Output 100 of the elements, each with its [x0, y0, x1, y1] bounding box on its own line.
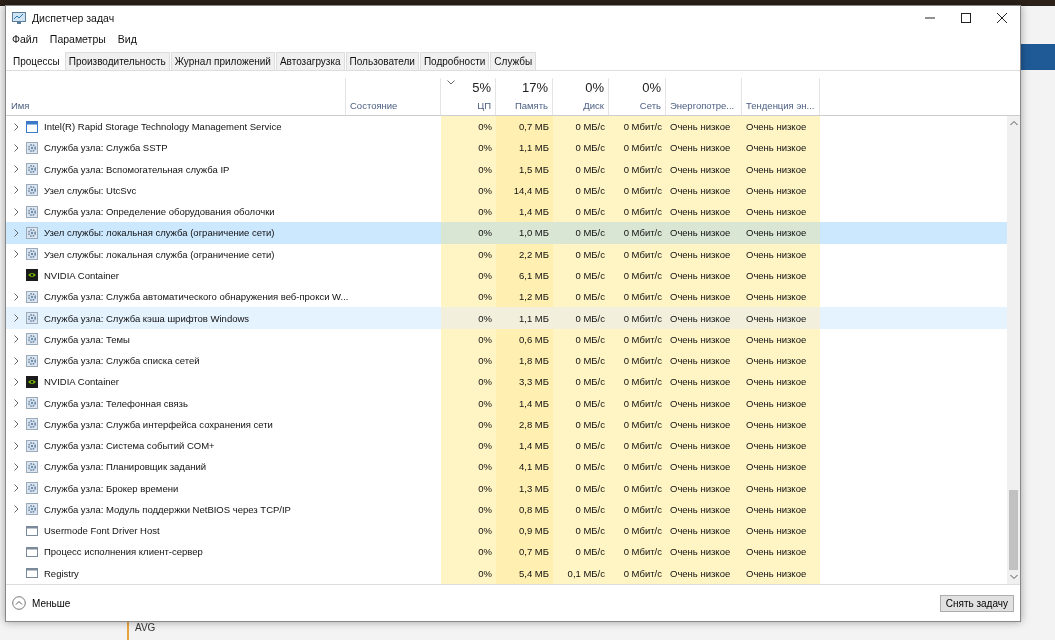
chevron-right-icon[interactable]	[12, 441, 20, 450]
chevron-right-icon[interactable]	[12, 335, 20, 344]
process-name: Служба узла: Служба SSTP	[44, 142, 168, 154]
process-row[interactable]: Узел службы: локальная служба (ограничение сети) 0% 2,2 МБ 0 МБ/с 0 Мбит/с Очень низкое Очень низкое	[6, 243, 1007, 265]
chevron-right-icon[interactable]	[12, 165, 20, 174]
eye-logo-icon	[26, 269, 38, 282]
process-row[interactable]: Служба узла: Служба интерфейса сохранения сети 0% 2,8 МБ 0 МБ/с 0 Мбит/с Очень низкое Очень низкое	[6, 413, 1007, 435]
column-header[interactable]: Тенденция эн...	[742, 78, 820, 115]
chevron-right-icon[interactable]	[12, 186, 20, 195]
process-row[interactable]: Служба узла: Служба автоматического обнаружения веб-прокси W... 0% 1,2 МБ 0 МБ/с 0 Мбит/с Очень низкое Очень низкое	[6, 286, 1007, 308]
chevron-right-icon[interactable]	[12, 292, 20, 301]
column-header[interactable]: 17% Память	[496, 78, 553, 115]
end-task-button[interactable]: Снять задачу	[939, 594, 1014, 612]
table-cell: 0 МБ/с	[553, 371, 609, 393]
scrollbar-thumb[interactable]	[1009, 490, 1018, 570]
column-header[interactable]: 0% Сеть	[609, 78, 666, 115]
process-row[interactable]: Служба узла: Служба SSTP 0% 1,1 МБ 0 МБ/с 0 Мбит/с Очень низкое Очень низкое	[6, 137, 1007, 159]
table-cell: Очень низкое	[666, 435, 742, 457]
tab[interactable]: Автозагрузка	[275, 52, 345, 70]
process-row[interactable]: Usermode Font Driver Host 0% 0,9 МБ 0 МБ/с 0 Мбит/с Очень низкое Очень низкое	[6, 520, 1007, 542]
process-row[interactable]: NVIDIA Container 0% 3,3 МБ 0 МБ/с 0 Мбит/с Очень низкое Очень низкое	[6, 371, 1007, 393]
column-header[interactable]: Имя	[6, 78, 346, 115]
table-cell: 0 Мбит/с	[609, 179, 666, 202]
table-cell: 0%	[441, 307, 496, 329]
process-name: Служба узла: Определение оборудования оболочки	[44, 206, 275, 218]
menu-item[interactable]: Файл	[12, 33, 38, 45]
process-name: Intel(R) Rapid Storage Technology Management Service	[44, 121, 282, 133]
chevron-right-icon[interactable]	[12, 399, 20, 408]
column-header[interactable]: Энергопотре...	[666, 78, 742, 115]
table-cell: 0 МБ/с	[553, 307, 609, 329]
chevron-right-icon[interactable]	[12, 420, 20, 429]
gear-icon	[26, 439, 38, 452]
table-cell: 0 МБ/с	[553, 477, 609, 499]
process-row[interactable]: Служба узла: Служба списка сетей 0% 1,8 МБ 0 МБ/с 0 Мбит/с Очень низкое Очень низкое	[6, 349, 1007, 372]
menu-item[interactable]: Вид	[117, 33, 137, 45]
table-cell: 0 МБ/с	[553, 286, 609, 308]
process-name: Служба узла: Служба интерфейса сохранения сети	[44, 418, 273, 430]
process-name: Служба узла: Темы	[44, 333, 130, 345]
chevron-right-icon[interactable]	[12, 122, 20, 131]
process-row[interactable]: Служба узла: Телефонная связь 0% 1,4 МБ 0 МБ/с 0 Мбит/с Очень низкое Очень низкое	[6, 392, 1007, 414]
table-cell: 0 МБ/с	[553, 264, 609, 287]
chevron-right-icon[interactable]	[12, 484, 20, 493]
process-row[interactable]: Служба узла: Планировщик заданий 0% 4,1 МБ 0 МБ/с 0 Мбит/с Очень низкое Очень низкое	[6, 456, 1007, 478]
process-row[interactable]: Служба узла: Вспомогательная служба IP 0% 1,5 МБ 0 МБ/с 0 Мбит/с Очень низкое Очень низкое	[6, 158, 1007, 180]
table-cell: 0%	[441, 435, 496, 457]
chevron-right-icon[interactable]	[12, 462, 20, 471]
table-cell: Очень низкое	[742, 243, 820, 265]
chevron-right-icon[interactable]	[12, 356, 20, 365]
process-row[interactable]: Узел службы: UtcSvc 0% 14,4 МБ 0 МБ/с 0 Мбит/с Очень низкое Очень низкое	[6, 179, 1007, 202]
process-row[interactable]: Служба узла: Определение оборудования оболочки 0% 1,4 МБ 0 МБ/с 0 Мбит/с Очень низкое Очень низкое	[6, 201, 1007, 223]
chevron-right-icon[interactable]	[12, 228, 20, 237]
tab[interactable]: Подробности	[419, 52, 490, 70]
fewer-details-button[interactable]: Меньше	[12, 596, 71, 610]
table-cell: 0 МБ/с	[553, 541, 609, 563]
tab[interactable]: Журнал приложений	[170, 52, 275, 70]
eye-logo-icon	[26, 375, 38, 388]
table-cell: 0 МБ/с	[553, 179, 609, 202]
chevron-right-icon[interactable]	[12, 377, 20, 386]
process-row[interactable]: Служба узла: Служба кэша шрифтов Windows 0% 1,1 МБ 0 МБ/с 0 Мбит/с Очень низкое Очень низкое	[6, 307, 1007, 329]
table-cell: 0 Мбит/с	[609, 328, 666, 350]
column-header[interactable]: 5% ЦП	[441, 78, 496, 115]
table-cell: 0 Мбит/с	[609, 435, 666, 457]
table-cell: 0 Мбит/с	[609, 286, 666, 308]
table-cell: 0 Мбит/с	[609, 477, 666, 499]
process-row[interactable]: Служба узла: Темы 0% 0,6 МБ 0 МБ/с 0 Мбит/с Очень низкое Очень низкое	[6, 328, 1007, 350]
gear-icon	[26, 482, 38, 495]
tab[interactable]: Пользователи	[345, 52, 419, 70]
gear-icon	[26, 460, 38, 473]
process-name: Служба узла: Служба автоматического обнаружения веб-прокси W...	[44, 291, 349, 303]
table-cell: 0 МБ/с	[553, 435, 609, 457]
table-cell: 0%	[441, 328, 496, 350]
process-row[interactable]: Процесс исполнения клиент-сервер 0% 0,7 МБ 0 МБ/с 0 Мбит/с Очень низкое Очень низкое	[6, 541, 1007, 563]
process-row[interactable]: Служба узла: Система событий COM+ 0% 1,4 МБ 0 МБ/с 0 Мбит/с Очень низкое Очень низкое	[6, 435, 1007, 457]
table-cell: Очень низкое	[666, 520, 742, 542]
chevron-right-icon[interactable]	[12, 314, 20, 322]
process-row[interactable]: NVIDIA Container 0% 6,1 МБ 0 МБ/с 0 Мбит/с Очень низкое Очень низкое	[6, 264, 1007, 287]
process-row[interactable]: Служба узла: Брокер времени 0% 1,3 МБ 0 МБ/с 0 Мбит/с Очень низкое Очень низкое	[6, 477, 1007, 499]
table-cell: Очень низкое	[742, 328, 820, 350]
process-row[interactable]: Служба узла: Модуль поддержки NetBIOS через TCP/IP 0% 0,8 МБ 0 МБ/с 0 Мбит/с Очень низкое Очень низкое	[6, 498, 1007, 521]
process-row[interactable]: Registry 0% 5,4 МБ 0,1 МБ/с 0 Мбит/с Очень низкое Очень низкое	[6, 562, 1007, 584]
menu-item[interactable]: Параметры	[49, 33, 106, 45]
gear-icon	[26, 354, 38, 367]
table-cell: Очень низкое	[742, 541, 820, 563]
tab[interactable]: Службы	[490, 52, 537, 70]
table-cell: 0 МБ/с	[553, 243, 609, 265]
tab[interactable]: Производительность	[64, 52, 170, 70]
process-name: Процесс исполнения клиент-сервер	[44, 546, 203, 558]
close-icon[interactable]	[997, 13, 1007, 23]
process-row[interactable]: Intel(R) Rapid Storage Technology Management Service 0% 0,7 МБ 0 МБ/с 0 Мбит/с Очень низкое Очень низкое	[6, 116, 1007, 138]
chevron-right-icon[interactable]	[12, 207, 20, 216]
chevron-right-icon[interactable]	[12, 250, 20, 259]
gear-icon	[26, 205, 38, 218]
process-row[interactable]: Узел службы: локальная служба (ограничение сети) 0% 1,0 МБ 0 МБ/с 0 Мбит/с Очень низкое Очень низкое	[6, 222, 1007, 244]
chevron-right-icon[interactable]	[12, 143, 20, 152]
chevron-right-icon[interactable]	[12, 505, 20, 514]
table-cell: Очень низкое	[742, 137, 820, 159]
scrollbar[interactable]	[1007, 116, 1020, 584]
maximize-icon[interactable]	[961, 13, 971, 23]
column-header[interactable]: 0% Диск	[553, 78, 609, 115]
column-header[interactable]: Состояние	[346, 78, 441, 115]
